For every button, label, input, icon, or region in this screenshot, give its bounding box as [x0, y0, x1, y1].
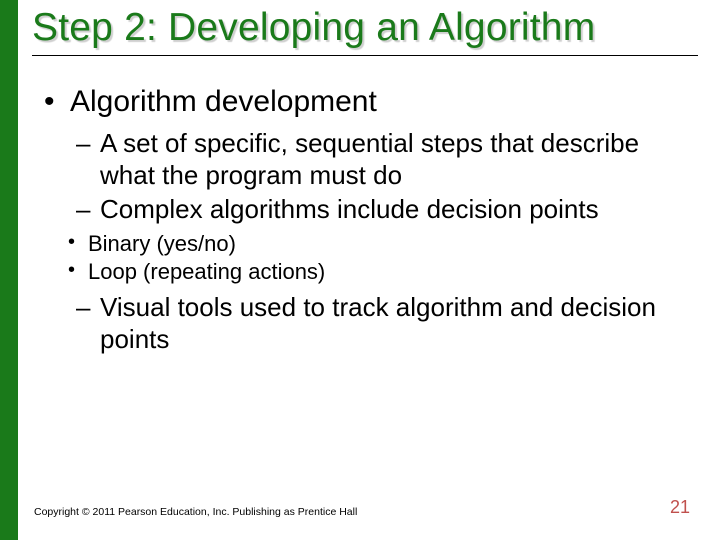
- bullet-list-level3: Binary (yes/no) Loop (repeating actions): [68, 230, 698, 286]
- bullet-text: A set of specific, sequential steps that…: [100, 128, 698, 191]
- slide-title: Step 2: Developing an Algorithm: [32, 6, 698, 51]
- copyright-text: Copyright © 2011 Pearson Education, Inc.…: [34, 506, 357, 518]
- bullet-text: Complex algorithms include decision poin…: [100, 194, 698, 226]
- bullet-dot-icon: [68, 258, 88, 286]
- list-item: Visual tools used to track algorithm and…: [76, 292, 698, 355]
- list-item: Algorithm development: [44, 84, 698, 121]
- footer: Copyright © 2011 Pearson Education, Inc.…: [34, 497, 690, 518]
- bullet-list-level2: A set of specific, sequential steps that…: [76, 128, 698, 225]
- accent-bar: [0, 0, 18, 540]
- dash-icon: [76, 194, 100, 226]
- bullet-text: Binary (yes/no): [88, 230, 698, 258]
- list-item: Complex algorithms include decision poin…: [76, 194, 698, 226]
- bullet-dot-icon: [68, 230, 88, 258]
- bullet-text: Algorithm development: [70, 84, 698, 121]
- title-underline: Step 2: Developing an Algorithm: [32, 6, 698, 56]
- bullet-list-level1: Algorithm development: [44, 84, 698, 121]
- bullet-text: Loop (repeating actions): [88, 258, 698, 286]
- bullet-list-level2: Visual tools used to track algorithm and…: [76, 292, 698, 355]
- bullet-dot-icon: [44, 84, 70, 121]
- bullet-text: Visual tools used to track algorithm and…: [100, 292, 698, 355]
- dash-icon: [76, 292, 100, 355]
- list-item: Binary (yes/no): [68, 230, 698, 258]
- slide-body: Step 2: Developing an Algorithm Algorith…: [18, 0, 720, 540]
- list-item: Loop (repeating actions): [68, 258, 698, 286]
- dash-icon: [76, 128, 100, 191]
- page-number: 21: [670, 497, 690, 518]
- list-item: A set of specific, sequential steps that…: [76, 128, 698, 191]
